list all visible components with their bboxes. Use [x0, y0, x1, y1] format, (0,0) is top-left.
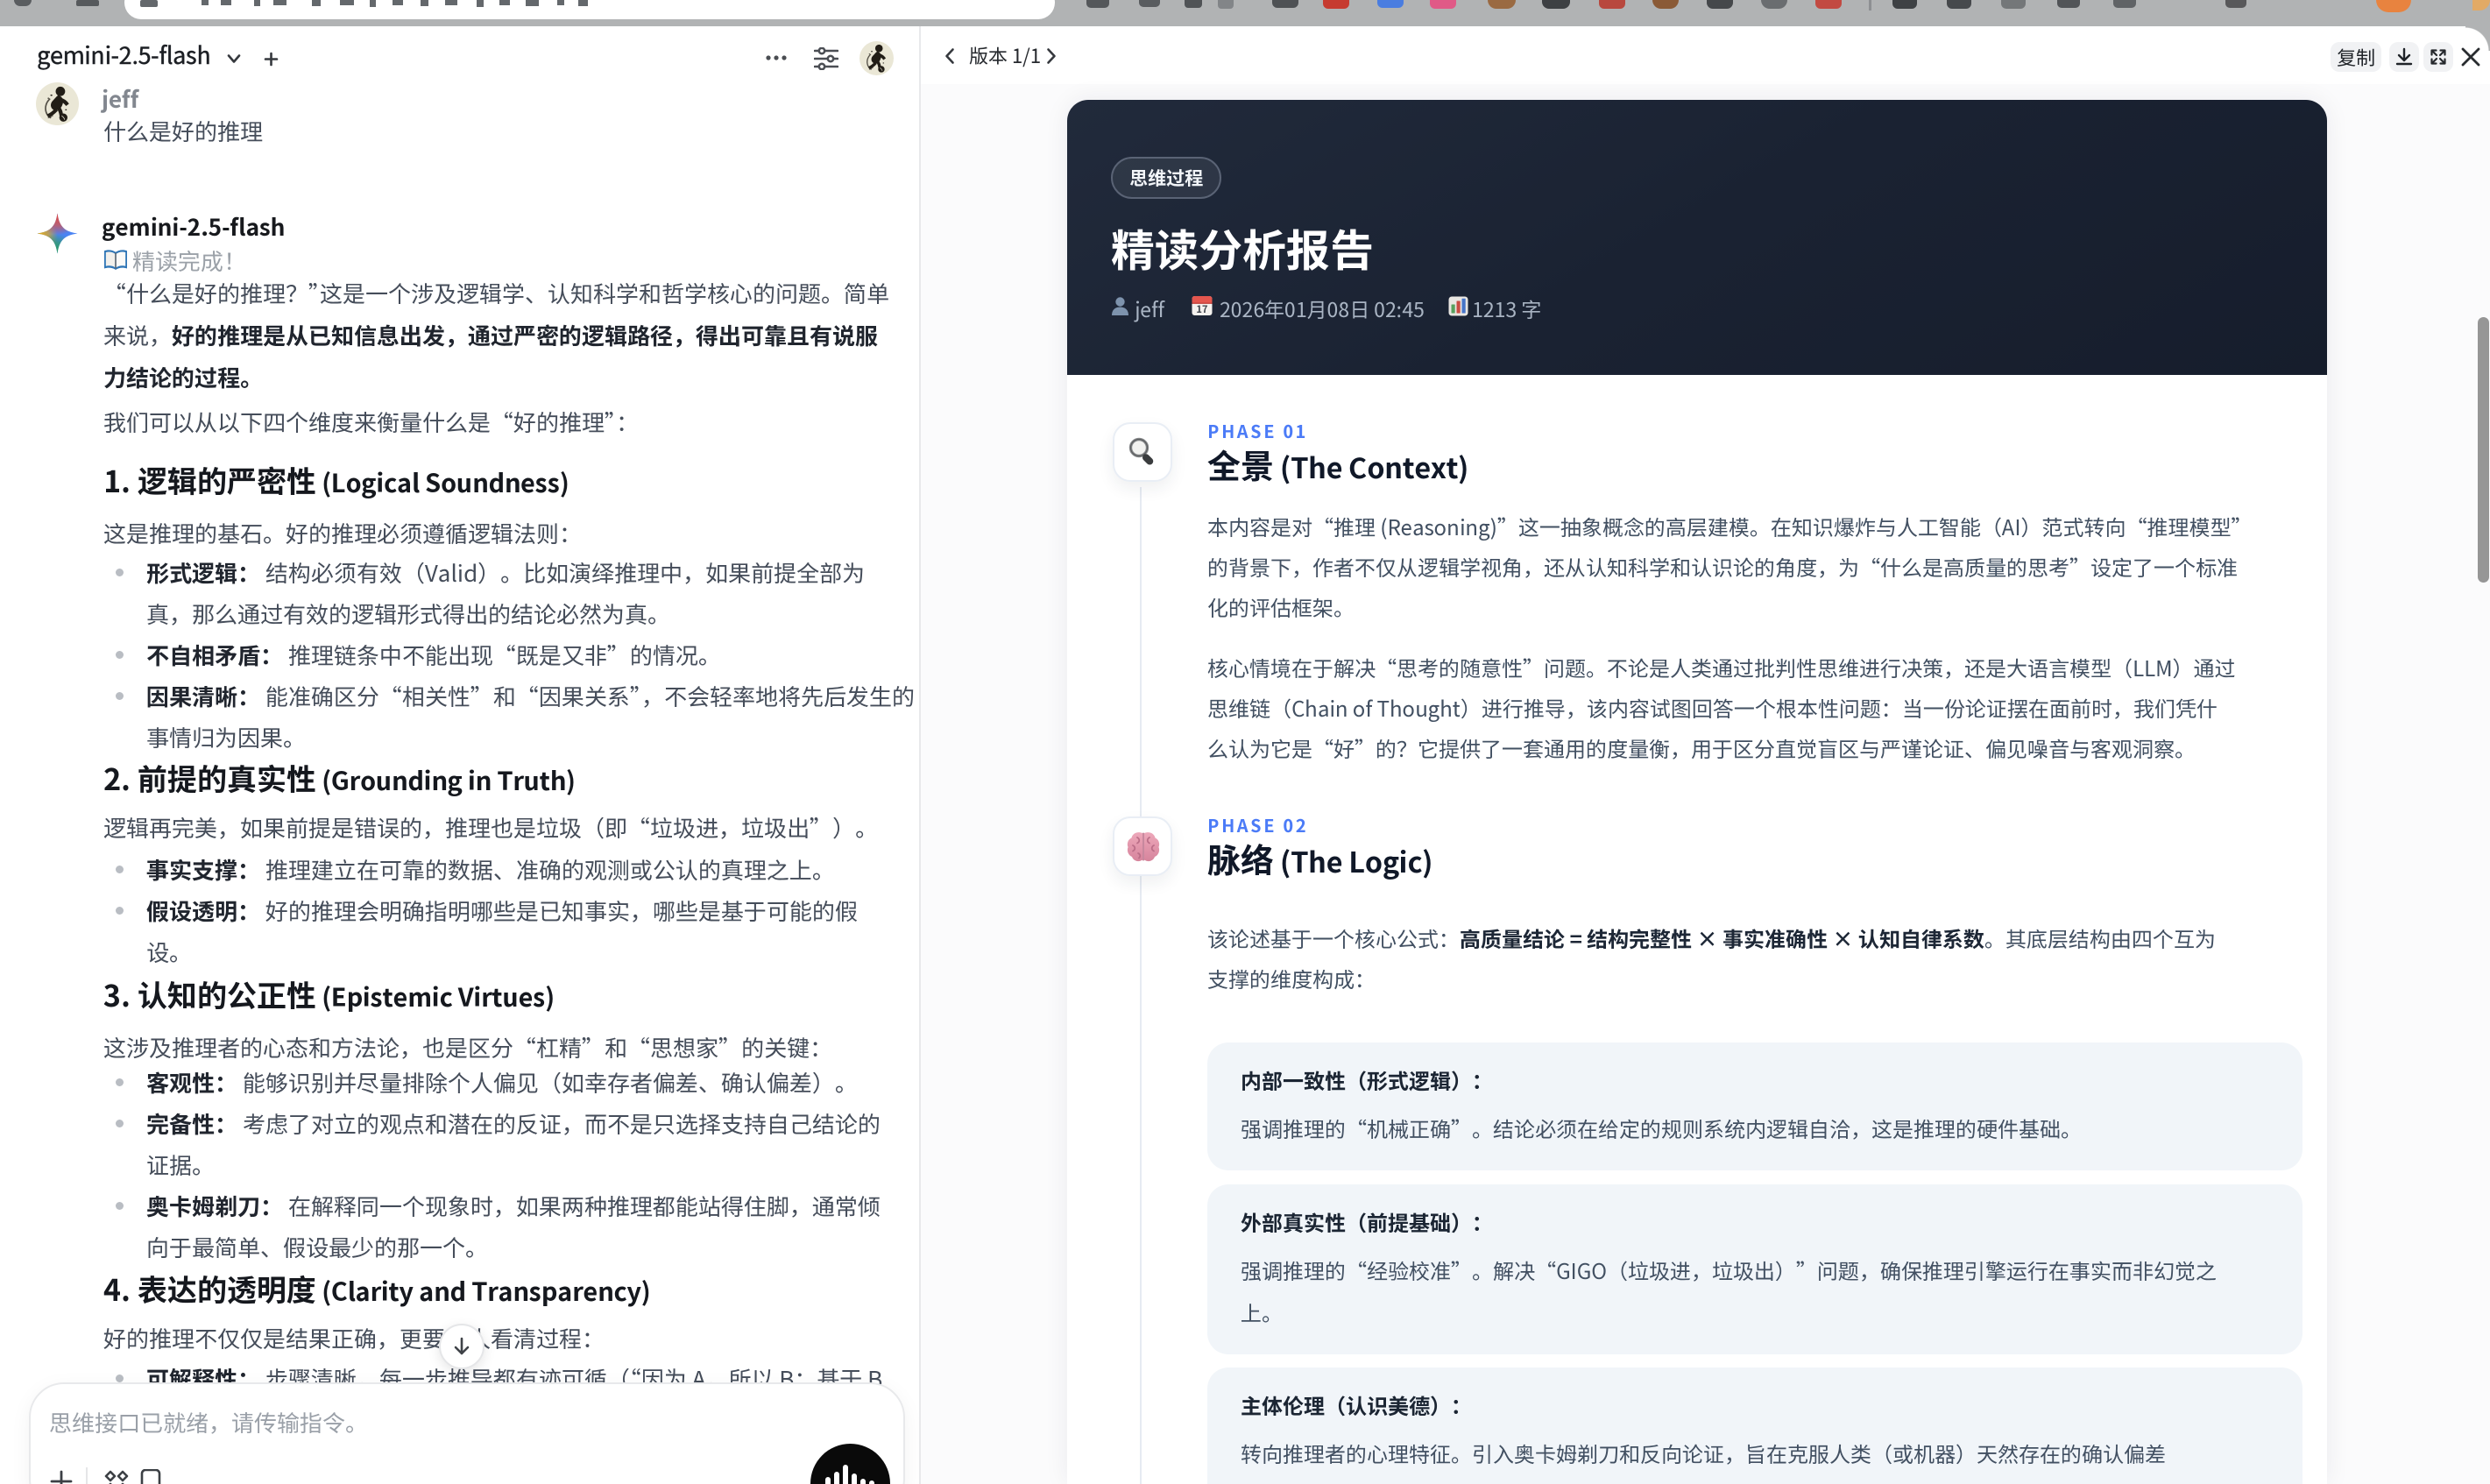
svg-text:17: 17: [1196, 302, 1208, 316]
